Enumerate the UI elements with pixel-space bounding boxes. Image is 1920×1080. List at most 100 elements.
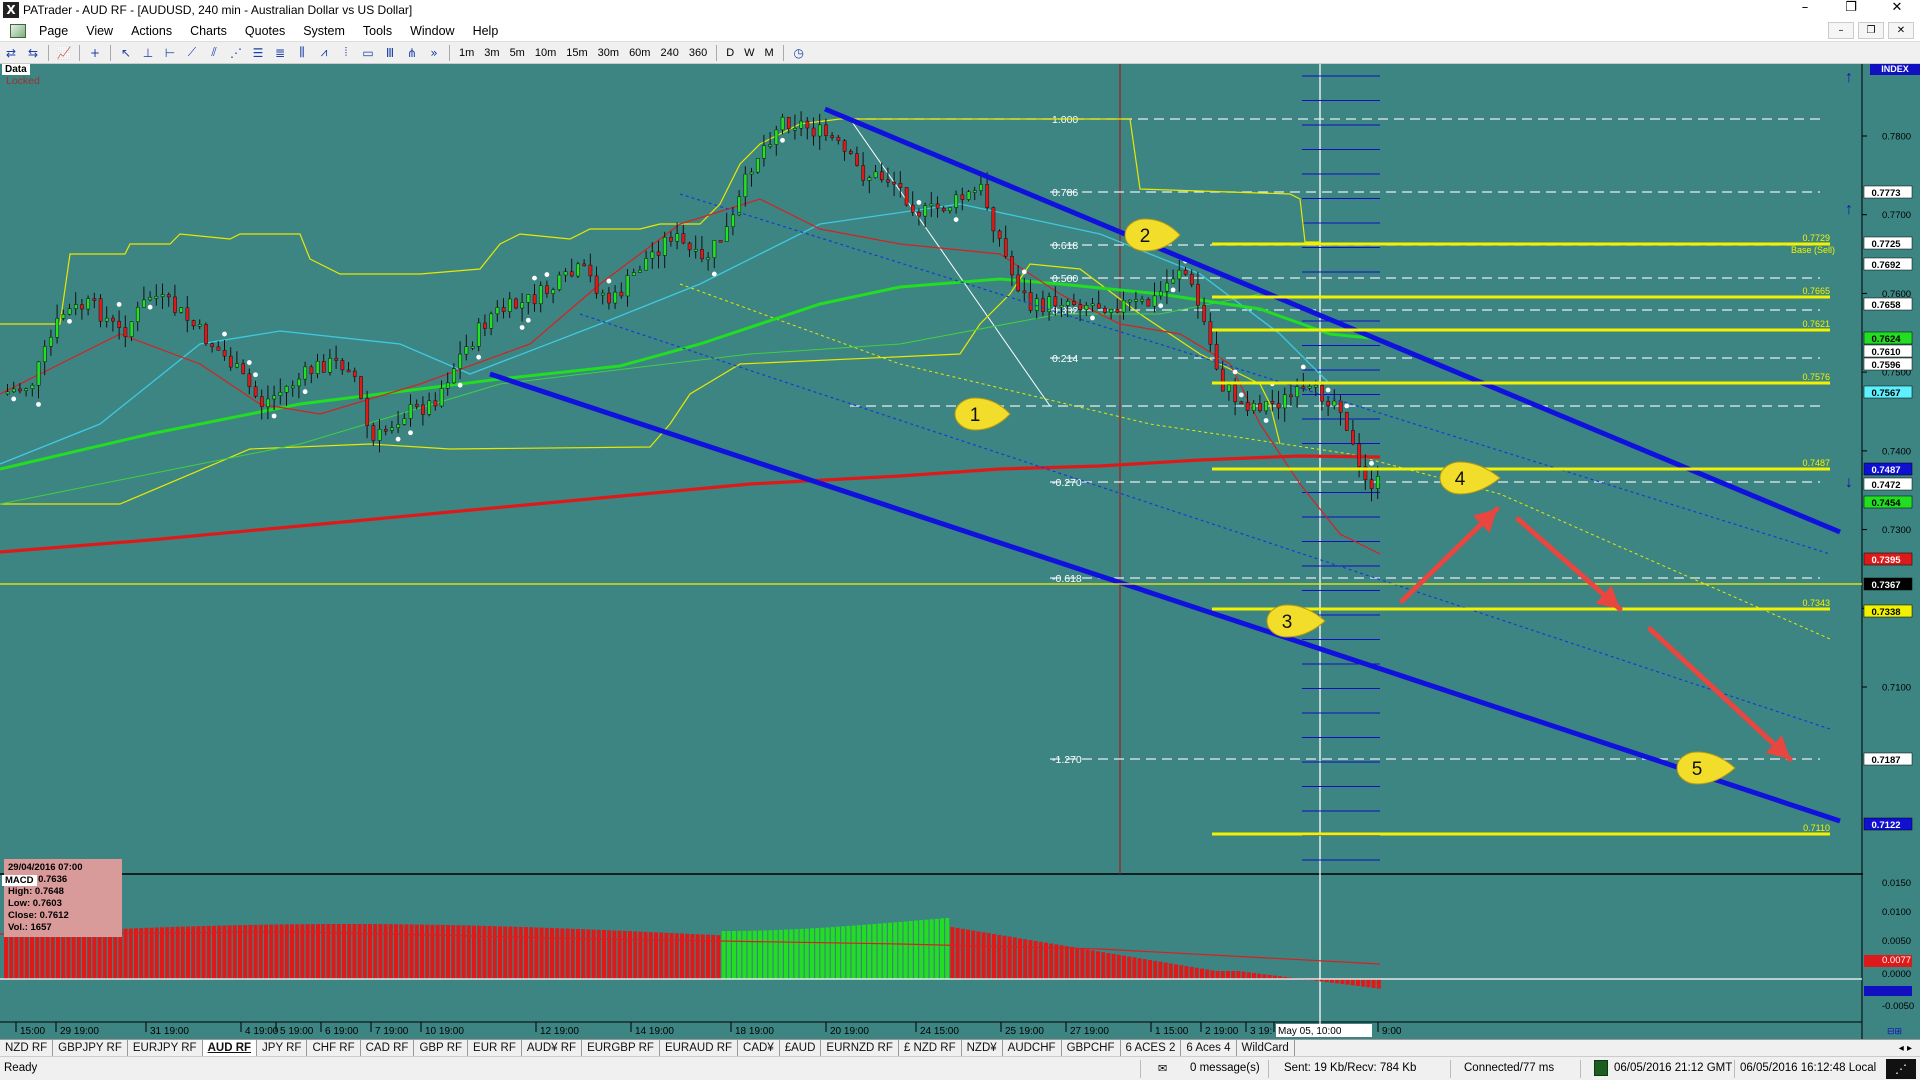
symbol-tab[interactable]: £ NZD RF xyxy=(899,1040,962,1056)
symbol-tab[interactable]: GBPCHF xyxy=(1062,1040,1121,1056)
symbol-tab[interactable]: NZD¥ xyxy=(962,1040,1003,1056)
symbol-tab[interactable]: EURAUD RF xyxy=(660,1040,739,1056)
candle-body xyxy=(433,400,438,407)
symbol-tab[interactable]: EURGBP RF xyxy=(582,1040,660,1056)
period-monthly[interactable]: M xyxy=(760,47,779,59)
timeframe-360[interactable]: 360 xyxy=(684,47,712,59)
symbol-tab[interactable]: AUD RF xyxy=(202,1040,258,1056)
timeframe-30m[interactable]: 30m xyxy=(593,47,624,59)
menu-actions[interactable]: Actions xyxy=(122,24,181,38)
pitchfork-icon[interactable]: ⋔ xyxy=(402,44,422,62)
macd-histogram-bar xyxy=(856,925,861,979)
macd-histogram-bar xyxy=(139,928,144,979)
crosshair-tool-icon[interactable]: ⇄ xyxy=(1,44,21,62)
price-chart[interactable]: 1.0000.7860.6180.5000.3820.214-0.270-0.6… xyxy=(0,64,1920,1039)
fan-icon[interactable]: ⋰ xyxy=(226,44,246,62)
horizontal-line-icon[interactable]: ⊥ xyxy=(138,44,158,62)
mdi-close-button[interactable]: ✕ xyxy=(1888,22,1914,39)
toolbar: ⇄ ⇆ 📈 + ↖ ⊥ ⊢ ⟋ ⫽ ⋰ ☰ ≣ ⫼ ⩘ ⦙ ▭ Ⅲ ⋔ » 1m… xyxy=(0,42,1920,64)
candle-body xyxy=(266,398,270,408)
channel-icon[interactable]: ⫽ xyxy=(204,44,224,62)
macd-histogram-bar xyxy=(503,926,508,979)
macd-histogram-bar xyxy=(492,926,497,979)
timeframe-1m[interactable]: 1m xyxy=(454,47,479,59)
candle-body xyxy=(315,361,320,374)
cycle-lines-icon[interactable]: ⦙ xyxy=(336,44,356,62)
symbol-tab[interactable]: NZD RF xyxy=(0,1040,54,1056)
symbol-tab[interactable]: AUD¥ RF xyxy=(522,1040,583,1056)
close-button[interactable]: ✕ xyxy=(1874,0,1920,20)
menu-tools[interactable]: Tools xyxy=(354,24,401,38)
crosshair-icon[interactable]: + xyxy=(85,44,105,62)
callout-number: 4 xyxy=(1455,469,1466,490)
symbol-tab[interactable]: EUR RF xyxy=(468,1040,522,1056)
time-label: 2 19:00 xyxy=(1205,1026,1239,1037)
menu-system[interactable]: System xyxy=(294,24,354,38)
symbol-tab[interactable]: CHF RF xyxy=(307,1040,361,1056)
clock-icon[interactable]: ◷ xyxy=(789,44,809,62)
menu-quotes[interactable]: Quotes xyxy=(236,24,294,38)
resize-grip-icon[interactable]: ⋰ xyxy=(1886,1059,1916,1079)
candle-body xyxy=(799,120,804,129)
trend-line-icon[interactable]: ⟋ xyxy=(182,44,202,62)
symbol-tab[interactable]: EURNZD RF xyxy=(821,1040,899,1056)
chart-icon[interactable]: 📈 xyxy=(54,44,74,62)
vertical-line-icon[interactable]: ⊢ xyxy=(160,44,180,62)
gann-fan-icon[interactable]: ⩘ xyxy=(314,44,334,62)
fib-retracement-icon[interactable]: ☰ xyxy=(248,44,268,62)
symbol-tab[interactable]: GBPJPY RF xyxy=(53,1040,128,1056)
timeframe-3m[interactable]: 3m xyxy=(479,47,504,59)
menu-window[interactable]: Window xyxy=(401,24,463,38)
minimize-button[interactable]: – xyxy=(1782,0,1828,20)
chart-area[interactable]: 1.000 0.786 0.618 0.500 0.382 0.214 -0.270 -0.6… xyxy=(0,64,1920,1039)
candle-body xyxy=(390,427,394,431)
menu-view[interactable]: View xyxy=(77,24,122,38)
timeframe-10m[interactable]: 10m xyxy=(530,47,561,59)
fib-extension-icon[interactable]: ≣ xyxy=(270,44,290,62)
maximize-button[interactable]: ❐ xyxy=(1828,0,1874,20)
tab-scroll-arrows-icon[interactable]: ◂ ▸ xyxy=(1899,1043,1912,1054)
text-tool-icon[interactable]: Ⅲ xyxy=(380,44,400,62)
mail-icon[interactable]: ✉ xyxy=(1158,1062,1167,1075)
candle-body xyxy=(86,298,91,310)
symbol-tab[interactable]: CAD¥ xyxy=(738,1040,780,1056)
page-icon[interactable] xyxy=(10,23,26,38)
status-separator xyxy=(1580,1060,1581,1078)
symbol-tab[interactable]: WildCard xyxy=(1237,1040,1295,1056)
timeframe-15m[interactable]: 15m xyxy=(561,47,592,59)
mdi-minimize-button[interactable]: – xyxy=(1828,22,1854,39)
timeframe-5m[interactable]: 5m xyxy=(505,47,530,59)
symbol-tab[interactable]: 6 ACES 2 xyxy=(1121,1040,1182,1056)
candle-body xyxy=(371,425,376,441)
symbol-tab[interactable]: JPY RF xyxy=(257,1040,308,1056)
candle-body xyxy=(489,313,494,329)
macd-histogram-bar xyxy=(742,930,747,979)
symbol-tab[interactable]: EURJPY RF xyxy=(128,1040,203,1056)
mdi-restore-button[interactable]: ❐ xyxy=(1858,22,1884,39)
candle-body xyxy=(1078,304,1083,310)
candle-body xyxy=(228,355,233,368)
candle-body xyxy=(1016,274,1021,292)
rectangle-icon[interactable]: ▭ xyxy=(358,44,378,62)
timeframe-60m[interactable]: 60m xyxy=(624,47,655,59)
timeframe-240[interactable]: 240 xyxy=(655,47,683,59)
symbol-tab[interactable]: GBP RF xyxy=(414,1040,469,1056)
symbol-tab[interactable]: CAD RF xyxy=(361,1040,415,1056)
fib-timezone-icon[interactable]: ⫼ xyxy=(292,44,312,62)
data-label[interactable]: Data xyxy=(2,64,30,75)
macd-histogram-bar xyxy=(472,925,476,979)
symbol-tab[interactable]: 6 Aces 4 xyxy=(1181,1040,1237,1056)
menu-help[interactable]: Help xyxy=(464,24,508,38)
menu-page[interactable]: Page xyxy=(30,24,77,38)
candle-body xyxy=(774,129,779,145)
symbol-tab[interactable]: AUDCHF xyxy=(1003,1040,1062,1056)
tick-tool-icon[interactable]: ⇆ xyxy=(23,44,43,62)
macd-histogram-bar xyxy=(1070,947,1074,979)
symbol-tab[interactable]: £AUD xyxy=(780,1040,822,1056)
more-tools-icon[interactable]: » xyxy=(424,44,444,62)
pointer-icon[interactable]: ↖ xyxy=(116,44,136,62)
period-daily[interactable]: D xyxy=(721,47,739,59)
menu-charts[interactable]: Charts xyxy=(181,24,236,38)
macd-histogram-bar xyxy=(1132,957,1137,979)
period-weekly[interactable]: W xyxy=(739,47,759,59)
